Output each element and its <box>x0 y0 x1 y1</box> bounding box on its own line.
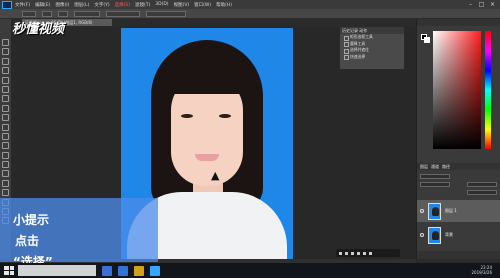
history-panel: 历史记录 动作 矩形选框工具 魔棒工具 选择并遮住 快速选择 <box>339 26 405 70</box>
menu-file[interactable]: 文件(F) <box>15 2 30 8</box>
brush-tool-icon[interactable] <box>2 104 9 112</box>
menu-3d[interactable]: 3D(D) <box>155 2 168 7</box>
mini-tool-icon[interactable] <box>369 251 372 255</box>
photo-mouth <box>195 154 219 161</box>
hue-slider[interactable] <box>485 31 491 149</box>
photoshop-task-icon[interactable] <box>150 265 160 276</box>
tool-preset-picker[interactable] <box>22 10 36 17</box>
photo-bangs <box>165 62 249 94</box>
blend-mode-select[interactable] <box>420 182 450 187</box>
taskbar-search-box[interactable] <box>18 265 96 276</box>
history-panel-tab[interactable]: 历史记录 动作 <box>340 27 404 34</box>
background-color-swatch[interactable] <box>424 37 430 43</box>
photo-eye-right <box>219 114 231 118</box>
opacity-field[interactable] <box>467 182 497 187</box>
windows-taskbar: 23:24 2019/3/26 <box>0 263 500 278</box>
move-tool-icon[interactable] <box>2 39 9 46</box>
layer-filter-select[interactable] <box>420 174 450 179</box>
menu-bar: 文件(F) 编辑(E) 图像(I) 图层(L) 文字(Y) 选择(S) 滤镜(T… <box>0 0 500 9</box>
layers-panel-tabs: 图层 通道 路径 <box>417 163 500 170</box>
select-and-mask-button[interactable] <box>146 10 186 17</box>
mini-tool-icon[interactable] <box>345 251 348 255</box>
system-clock[interactable]: 23:24 2019/3/26 <box>471 265 492 275</box>
pen-tool-icon[interactable] <box>2 170 9 178</box>
fill-field[interactable] <box>467 190 497 195</box>
history-brush-tool-icon[interactable] <box>2 123 9 131</box>
menu-type[interactable]: 文字(Y) <box>94 2 109 8</box>
visibility-eye-icon[interactable] <box>420 233 424 237</box>
selection-mode-new[interactable] <box>42 10 52 17</box>
healing-tool-icon[interactable] <box>2 95 9 103</box>
windows-start-icon[interactable] <box>4 266 14 275</box>
right-panels: 图层 通道 路径 图层 1 背景 <box>416 19 500 259</box>
dodge-tool-icon[interactable] <box>2 161 9 169</box>
mini-tool-icon[interactable] <box>339 251 342 255</box>
layer-thumbnail <box>428 226 441 244</box>
quick-select-tool-icon[interactable] <box>2 67 9 75</box>
options-bar <box>0 9 500 19</box>
eyedropper-tool-icon[interactable] <box>2 85 9 93</box>
menu-window[interactable]: 窗口(W) <box>194 2 211 8</box>
layer-row[interactable]: 背景 <box>417 224 500 246</box>
layer-row[interactable]: 图层 1 <box>417 200 500 222</box>
menu-filter[interactable]: 滤镜(T) <box>135 2 150 8</box>
path-select-tool-icon[interactable] <box>2 189 9 197</box>
menu-layer[interactable]: 图层(L) <box>74 2 89 8</box>
mini-tool-icon[interactable] <box>357 251 360 255</box>
blur-tool-icon[interactable] <box>2 151 9 159</box>
history-item[interactable]: 快速选择 <box>340 54 404 61</box>
gradient-tool-icon[interactable] <box>2 142 9 150</box>
layers-footer-toolbar <box>417 251 500 259</box>
menu-edit[interactable]: 编辑(E) <box>35 2 50 8</box>
tab-paths[interactable]: 路径 <box>442 164 450 170</box>
layer-thumbnail <box>428 202 441 220</box>
color-picker-field[interactable] <box>433 31 481 149</box>
minimize-icon[interactable]: – <box>465 0 476 9</box>
tip-line: 点击 <box>15 234 40 248</box>
mini-tool-icon[interactable] <box>351 251 354 255</box>
task-view-icon[interactable] <box>102 265 112 276</box>
eraser-tool-icon[interactable] <box>2 132 9 140</box>
style-select[interactable] <box>106 10 140 17</box>
menu-help[interactable]: 帮助(H) <box>216 2 232 8</box>
watermark-logo: 秒懂视频 <box>12 22 65 37</box>
file-explorer-icon[interactable] <box>134 265 144 276</box>
layers-options <box>417 171 500 197</box>
layer-name: 背景 <box>445 232 453 237</box>
mini-floating-toolbar <box>336 249 400 257</box>
color-panel-header <box>417 19 500 26</box>
menu-select[interactable]: 选择(S) <box>115 2 130 8</box>
maximize-icon[interactable]: □ <box>476 0 487 9</box>
marquee-tool-icon[interactable] <box>2 48 9 56</box>
selection-mode-add[interactable] <box>58 10 68 17</box>
type-tool-icon[interactable] <box>2 179 9 187</box>
photo-eye-left <box>181 114 193 118</box>
visibility-eye-icon[interactable] <box>420 209 424 213</box>
stamp-tool-icon[interactable] <box>2 114 9 122</box>
window-controls: – □ × <box>465 0 498 9</box>
clock-date: 2019/3/26 <box>471 270 492 275</box>
close-icon[interactable]: × <box>487 0 498 9</box>
lasso-tool-icon[interactable] <box>2 57 9 65</box>
menu-image[interactable]: 图像(I) <box>55 2 69 8</box>
crop-tool-icon[interactable] <box>2 76 9 84</box>
tip-title: 小提示 <box>13 213 50 227</box>
tab-channels[interactable]: 通道 <box>431 164 439 170</box>
edge-browser-icon[interactable] <box>118 265 128 276</box>
menu-view[interactable]: 视图(V) <box>174 2 190 8</box>
photoshop-logo-icon <box>2 0 12 9</box>
feather-field[interactable] <box>74 10 100 17</box>
layer-name: 图层 1 <box>445 208 457 213</box>
mouse-cursor-icon: ▲ <box>211 169 220 182</box>
mini-tool-icon[interactable] <box>363 251 366 255</box>
tab-layers[interactable]: 图层 <box>420 164 428 170</box>
